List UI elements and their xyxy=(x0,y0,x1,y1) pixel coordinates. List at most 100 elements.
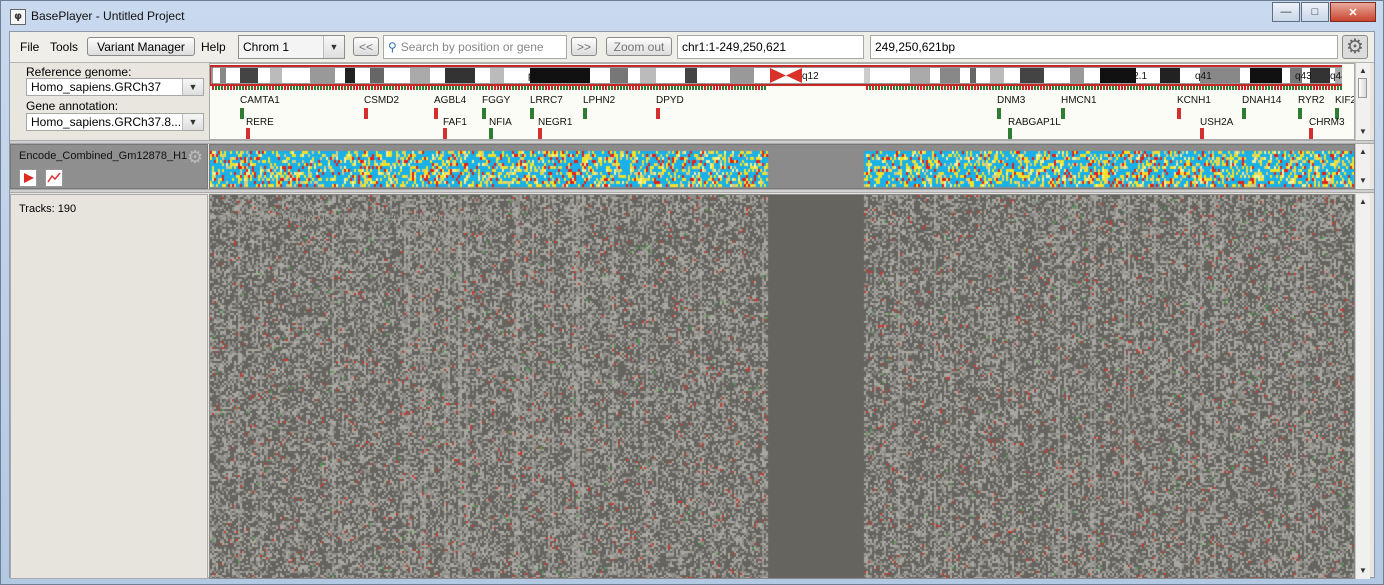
chromosome-view[interactable]: p31.1 q12 q32.1 q41 q43 q44 CAMTA1 CSMD2 AGBL4 F… xyxy=(209,63,1355,140)
coverage-icon[interactable] xyxy=(45,169,63,187)
scroll-down-icon[interactable]: ▼ xyxy=(1356,126,1370,138)
gene-label[interactable]: HMCN1 xyxy=(1061,95,1097,106)
chromosome-select-value: Chrom 1 xyxy=(243,40,289,54)
divider[interactable] xyxy=(10,189,1374,193)
gene-annotation-label: Gene annotation: xyxy=(26,99,118,113)
band-label: p31.1 xyxy=(528,71,553,82)
chromosome-ideogram[interactable]: p31.1 q12 q32.1 q41 q43 q44 xyxy=(210,64,1342,92)
gene-bar[interactable] xyxy=(443,128,447,139)
gene-label[interactable]: CSMD2 xyxy=(364,95,399,106)
gene-label[interactable]: RERE xyxy=(246,117,274,128)
scroll-up-icon[interactable]: ▲ xyxy=(1356,65,1370,77)
zoom-out-button[interactable]: Zoom out xyxy=(606,37,672,56)
scroll-up-icon[interactable]: ▲ xyxy=(1356,196,1370,208)
sample-name[interactable]: Encode_Combined_Gm12878_H1 xyxy=(19,150,187,162)
coverage-matrix[interactable] xyxy=(210,195,1355,579)
gene-bar[interactable] xyxy=(583,108,587,119)
maximize-icon[interactable]: □ xyxy=(1301,2,1329,22)
position-field[interactable]: chr1:1-249,250,621 xyxy=(677,35,864,59)
search-placeholder: Search by position or gene xyxy=(401,40,544,54)
back-button[interactable]: << xyxy=(353,37,379,56)
gene-bar[interactable] xyxy=(1008,128,1012,139)
reads-view[interactable]: Zoom in closer than 1,000,000 bp to see … xyxy=(209,194,1355,579)
reference-genome-value: Homo_sapiens.GRCh37 xyxy=(31,80,161,94)
menu-tools[interactable]: Tools xyxy=(50,40,78,54)
gene-bar[interactable] xyxy=(1298,108,1302,119)
gene-label[interactable]: NFIA xyxy=(489,117,512,128)
gene-label[interactable]: USH2A xyxy=(1200,117,1233,128)
variant-manager-button[interactable]: Variant Manager xyxy=(87,37,195,56)
chromosome-select[interactable]: Chrom 1 ▼ xyxy=(238,35,345,59)
main-panel: File Tools Variant Manager Help Chrom 1 … xyxy=(9,31,1375,578)
gene-bar[interactable] xyxy=(1177,108,1181,119)
gene-label[interactable]: KIF2 xyxy=(1335,95,1355,106)
gene-label[interactable]: LRRC7 xyxy=(530,95,563,106)
gene-bar[interactable] xyxy=(240,108,244,119)
gene-annotation-select[interactable]: Homo_sapiens.GRCh37.8... ▼ xyxy=(26,113,204,131)
gene-label[interactable]: NEGR1 xyxy=(538,117,572,128)
play-icon[interactable] xyxy=(19,169,37,187)
gene-label[interactable]: DPYD xyxy=(656,95,684,106)
variant-track[interactable] xyxy=(209,144,1355,189)
gear-icon: ⚙ xyxy=(1346,37,1364,57)
gene-label[interactable]: DNAH14 xyxy=(1242,95,1281,106)
length-field[interactable]: 249,250,621bp xyxy=(870,35,1338,59)
gene-bar[interactable] xyxy=(656,108,660,119)
band-label: q32.1 xyxy=(1122,71,1147,82)
minimize-icon[interactable]: — xyxy=(1272,2,1300,22)
gene-track[interactable]: CAMTA1 CSMD2 AGBL4 FGGY LRRC7 LPHN2 DPYD DNM3 HM… xyxy=(210,92,1342,140)
gene-label[interactable]: RYR2 xyxy=(1298,95,1325,106)
gene-label[interactable]: LPHN2 xyxy=(583,95,615,106)
forward-button[interactable]: >> xyxy=(571,37,597,56)
gene-bar[interactable] xyxy=(364,108,368,119)
genome-panel: Reference genome: Homo_sapiens.GRCh37 ▼ … xyxy=(10,63,208,140)
settings-button[interactable]: ⚙ xyxy=(1342,35,1368,59)
gene-bar[interactable] xyxy=(482,108,486,119)
band-label: q44 xyxy=(1330,71,1342,82)
scroll-down-icon[interactable]: ▼ xyxy=(1356,565,1370,577)
gene-bar[interactable] xyxy=(530,108,534,119)
tracks-count: Tracks: 190 xyxy=(19,203,76,215)
scroll-up-icon[interactable]: ▲ xyxy=(1356,146,1370,158)
gene-bar[interactable] xyxy=(1242,108,1246,119)
scroll-thumb[interactable] xyxy=(1358,78,1367,98)
window-title: BasePlayer - Untitled Project xyxy=(31,9,184,23)
variant-scrollbar[interactable]: ▲ ▼ xyxy=(1355,144,1370,189)
gear-icon[interactable]: ⚙ xyxy=(187,147,203,168)
toolbar: File Tools Variant Manager Help Chrom 1 … xyxy=(10,32,1374,63)
band-label: q41 xyxy=(1195,71,1212,82)
tracks-scrollbar[interactable]: ▲ ▼ xyxy=(1355,194,1370,579)
chevron-down-icon[interactable]: ▼ xyxy=(182,79,203,95)
gene-bar[interactable] xyxy=(1200,128,1204,139)
gene-bar[interactable] xyxy=(489,128,493,139)
reference-genome-select[interactable]: Homo_sapiens.GRCh37 ▼ xyxy=(26,78,204,96)
menu-file[interactable]: File xyxy=(20,40,39,54)
gene-bar[interactable] xyxy=(538,128,542,139)
gene-label[interactable]: CAMTA1 xyxy=(240,95,280,106)
sample-panel: Encode_Combined_Gm12878_H1 ⚙ xyxy=(10,144,208,189)
search-input[interactable]: ⚲ Search by position or gene xyxy=(383,35,567,59)
chevron-down-icon[interactable]: ▼ xyxy=(323,36,344,58)
gene-label[interactable]: RABGAP1L xyxy=(1008,117,1061,128)
gene-bar[interactable] xyxy=(997,108,1001,119)
gene-label[interactable]: AGBL4 xyxy=(434,95,466,106)
gene-label[interactable]: CHRM3 xyxy=(1309,117,1345,128)
close-icon[interactable]: ✕ xyxy=(1330,2,1376,22)
gene-scrollbar[interactable]: ▲ ▼ xyxy=(1355,63,1370,140)
scroll-down-icon[interactable]: ▼ xyxy=(1356,175,1370,187)
search-icon: ⚲ xyxy=(388,40,397,54)
gene-bar[interactable] xyxy=(246,128,250,139)
gene-annotation-value: Homo_sapiens.GRCh37.8... xyxy=(31,115,181,129)
title-bar[interactable]: φ BasePlayer - Untitled Project — □ ✕ xyxy=(1,1,1383,31)
app-window: φ BasePlayer - Untitled Project — □ ✕ Fi… xyxy=(0,0,1384,585)
chevron-down-icon[interactable]: ▼ xyxy=(182,114,203,130)
gene-label[interactable]: FAF1 xyxy=(443,117,467,128)
menu-help[interactable]: Help xyxy=(201,40,226,54)
gene-label[interactable]: DNM3 xyxy=(997,95,1025,106)
gene-label[interactable]: FGGY xyxy=(482,95,510,106)
gene-bar[interactable] xyxy=(1061,108,1065,119)
gene-label[interactable]: KCNH1 xyxy=(1177,95,1211,106)
gene-bar[interactable] xyxy=(1309,128,1313,139)
gene-bar[interactable] xyxy=(434,108,438,119)
variant-heatmap[interactable] xyxy=(210,145,1355,189)
